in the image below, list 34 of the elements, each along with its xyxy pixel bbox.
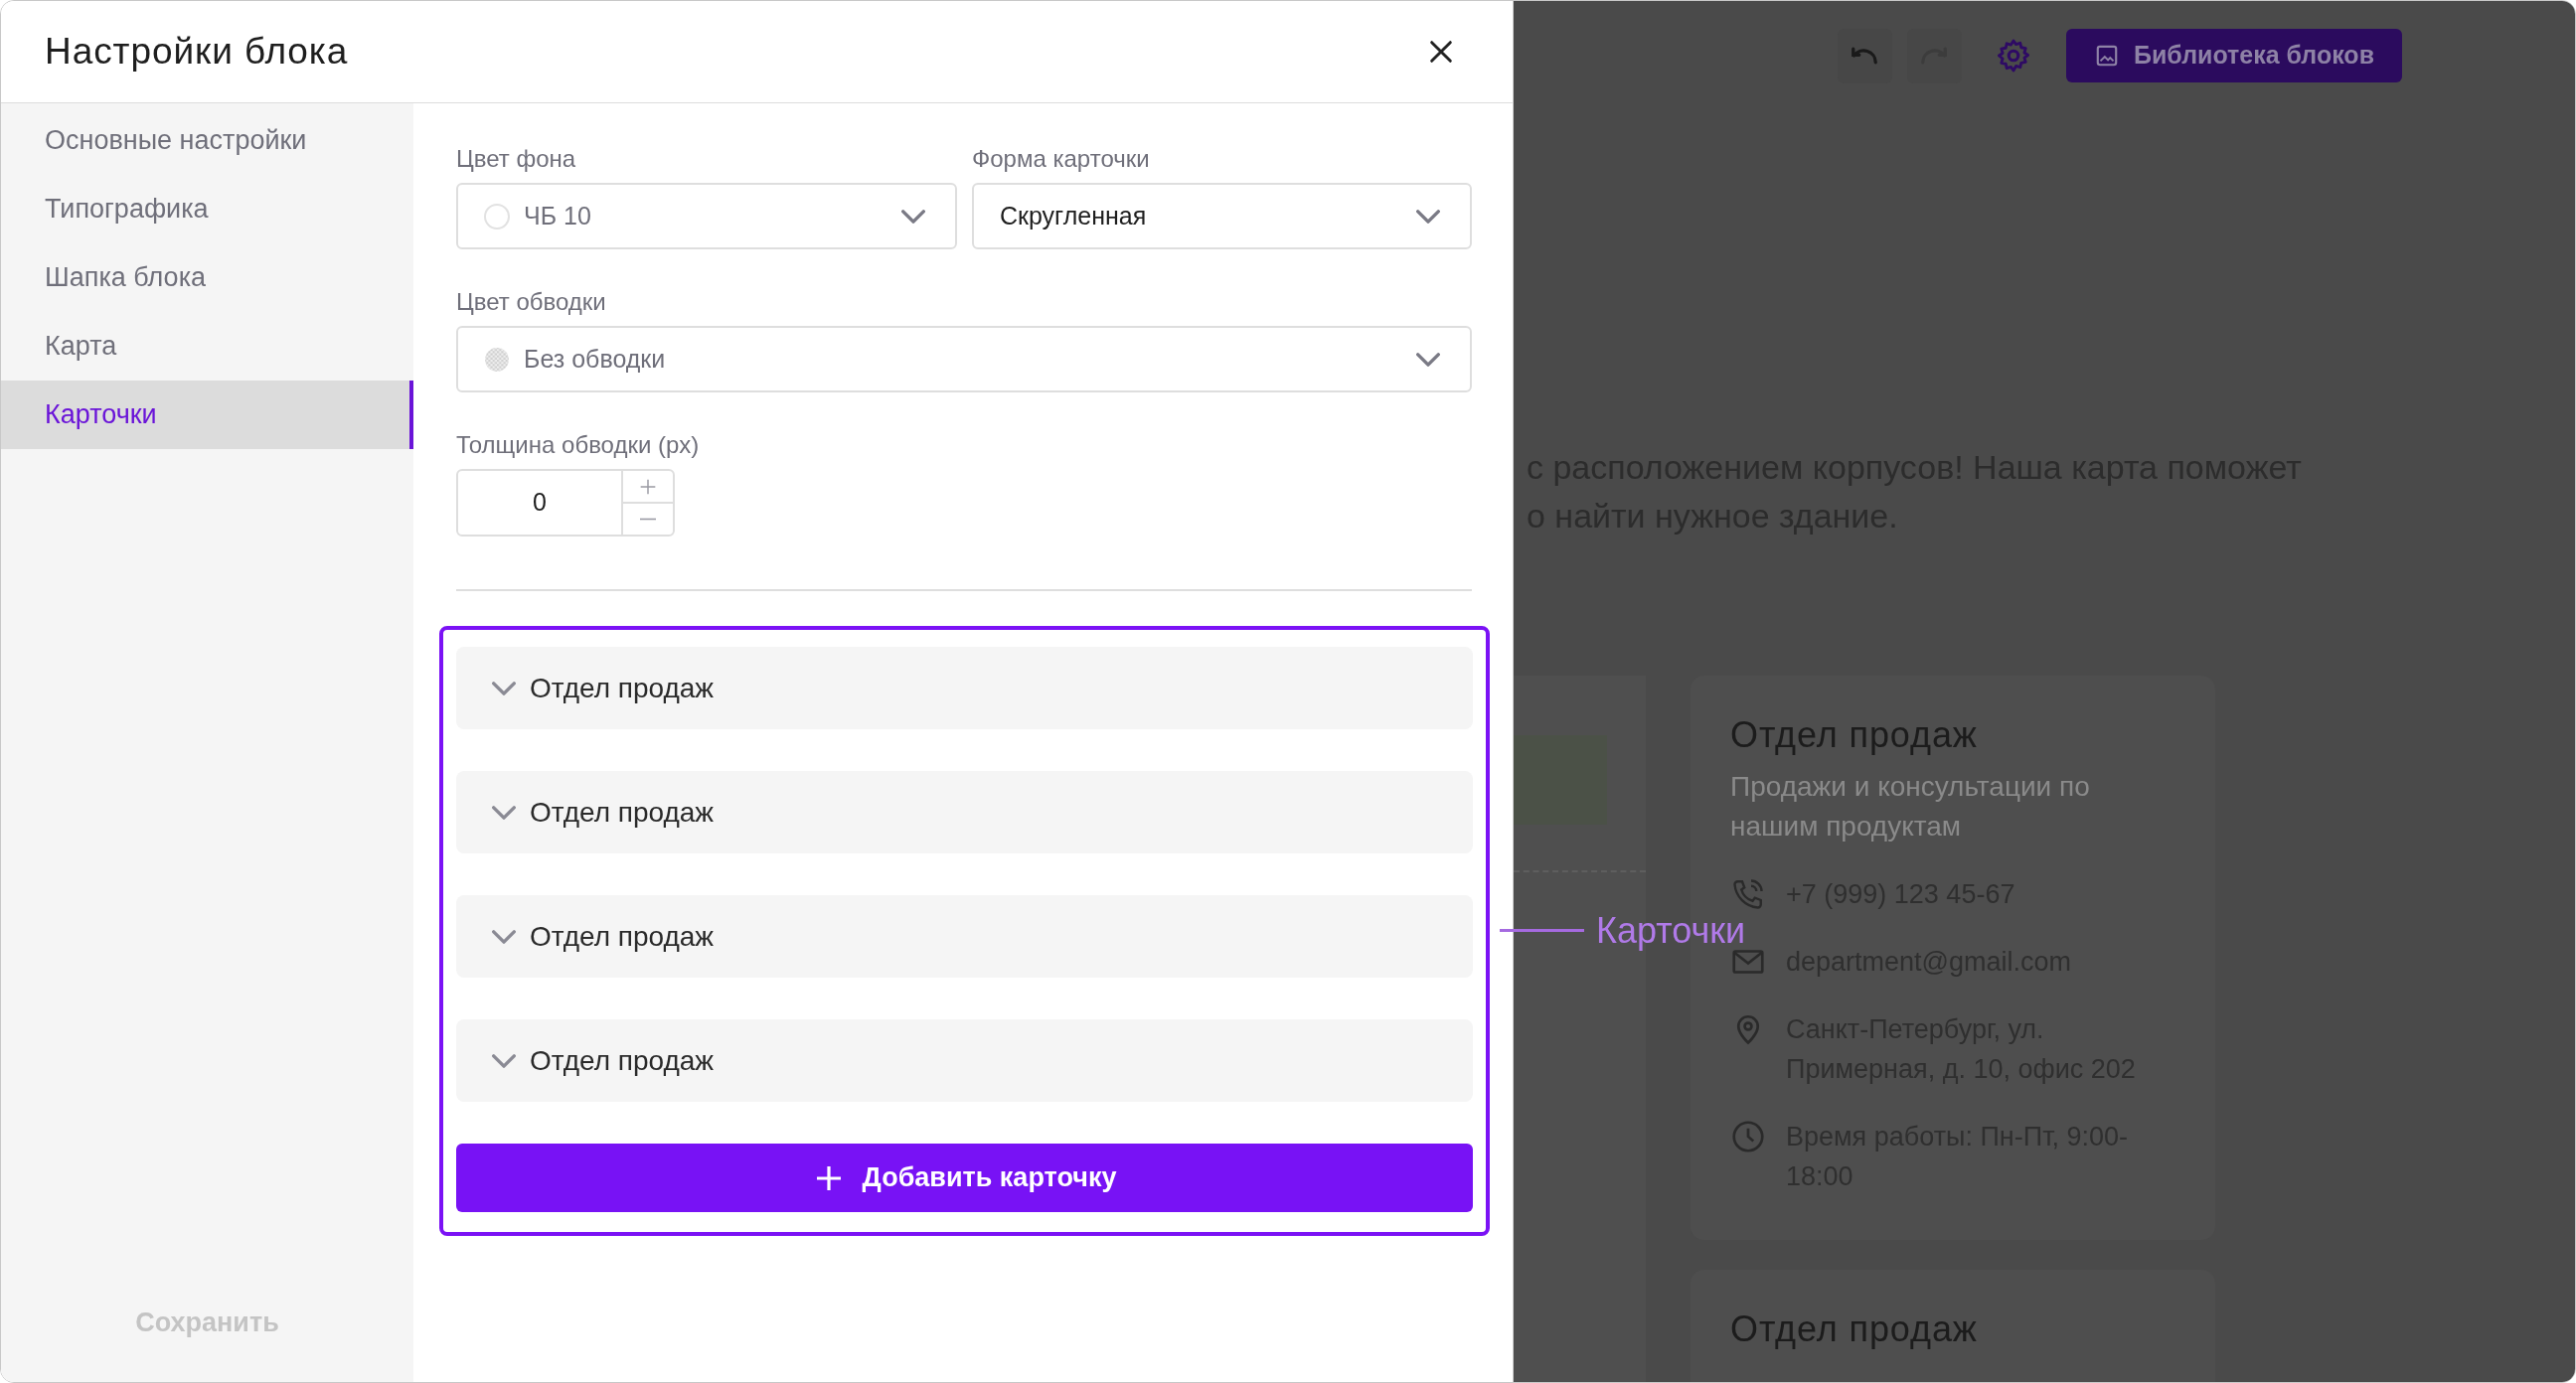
chevron-down-icon bbox=[901, 209, 925, 224]
phone-icon bbox=[1730, 876, 1766, 912]
field-label: Толщина обводки (px) bbox=[456, 431, 701, 459]
card-description: Продажи и консультации по нашим продуктам bbox=[1730, 770, 2091, 844]
dropdown[interactable]: ЧБ 10 bbox=[456, 183, 957, 249]
sidebar-item[interactable]: Типографика bbox=[1, 175, 413, 243]
block-library-button[interactable]: Библиотека блоков bbox=[2065, 29, 2402, 82]
sidebar-item[interactable]: Карта bbox=[1, 312, 413, 381]
minus-icon bbox=[638, 518, 658, 521]
number-field[interactable]: 0 bbox=[456, 469, 675, 537]
dropdown[interactable]: Скругленная bbox=[972, 183, 1472, 249]
sidebar-item[interactable]: Основные настройки bbox=[1, 106, 413, 175]
field-label: Цвет фона bbox=[456, 145, 577, 173]
chevron-down-icon bbox=[492, 681, 516, 695]
field-label: Форма карточки bbox=[972, 145, 1151, 173]
callout-label: Карточки bbox=[1596, 909, 1746, 953]
chevron-down-icon bbox=[492, 805, 516, 820]
card-accordion[interactable]: Отдел продаж bbox=[456, 895, 1473, 978]
chevron-down-icon bbox=[1416, 209, 1440, 224]
chevron-down-icon bbox=[492, 1053, 516, 1068]
add-card-button[interactable]: Добавить карточку bbox=[456, 1144, 1473, 1212]
modal-title: Настройки блока bbox=[45, 30, 349, 75]
sidebar-item[interactable]: Карточки bbox=[1, 381, 413, 449]
chevron-down-icon bbox=[1416, 352, 1440, 367]
clock-icon bbox=[1730, 1119, 1766, 1154]
card-accordion[interactable]: Отдел продаж bbox=[456, 647, 1473, 729]
card-accordion[interactable]: Отдел продаж bbox=[456, 771, 1473, 853]
checkered-swatch-icon bbox=[484, 346, 510, 373]
chevron-down-icon bbox=[492, 929, 516, 944]
dropdown[interactable]: Без обводки bbox=[456, 326, 1472, 392]
field-label: Цвет обводки bbox=[456, 288, 607, 316]
sidebar-item[interactable]: Шапка блока bbox=[1, 243, 413, 312]
undo-icon bbox=[1851, 47, 1879, 65]
card-accordion[interactable]: Отдел продаж bbox=[456, 1019, 1473, 1102]
